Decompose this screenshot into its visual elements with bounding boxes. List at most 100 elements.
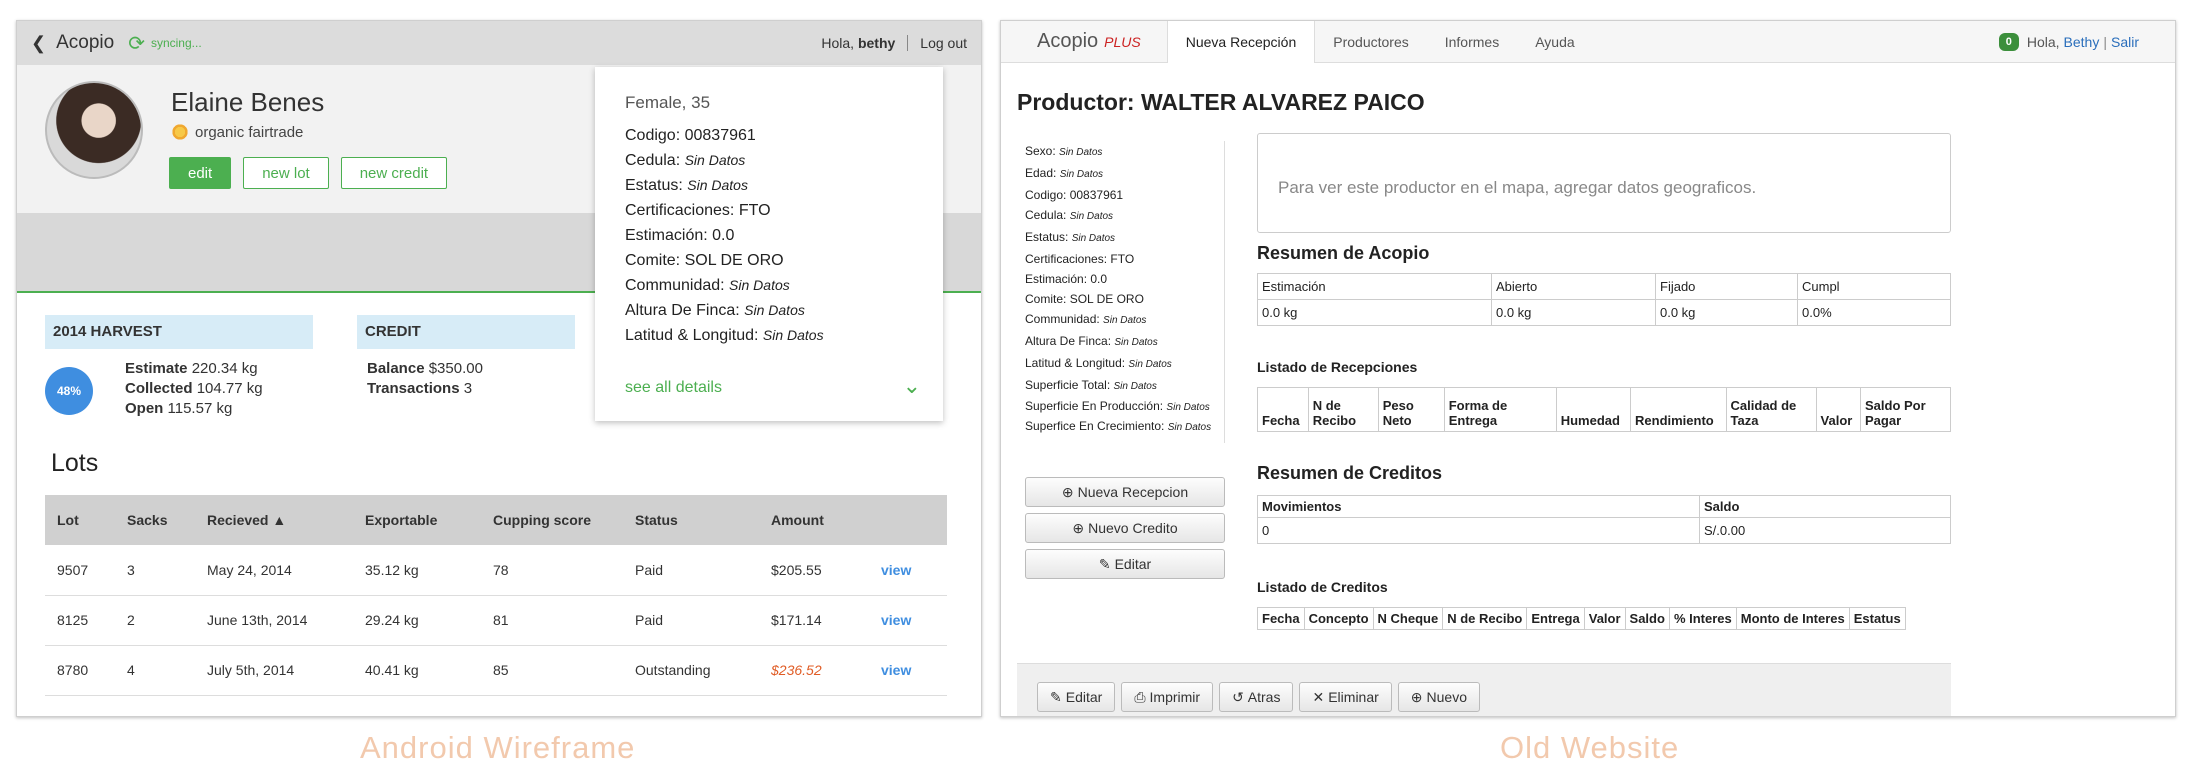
notification-badge[interactable]: 0 [1998,32,2019,51]
creditos-table: Fecha Concepto N Cheque N de Recibo Entr… [1257,607,1906,630]
logout-link[interactable]: Log out [908,35,967,51]
new-credit-button[interactable]: new credit [340,157,448,189]
brand-logo[interactable]: Acopio [1037,30,1098,53]
caption-android: Android Wireframe [360,730,636,765]
resumen-acopio-title: Resumen de Acopio [1257,243,1430,263]
cupping-score: 81 [481,595,623,646]
plus-circle-icon: ⊕ [1410,688,1423,705]
editar-side-button[interactable]: ✎ Editar [1025,549,1225,579]
acopio-h-fijado: Fijado [1655,273,1798,300]
view-link[interactable]: view [869,545,947,596]
harvest-header: 2014 HARVEST [45,315,313,349]
rec-h-valor[interactable]: Valor [1815,387,1862,432]
view-link[interactable]: view [869,595,947,646]
attr-superficie-crecimiento: Superfice En Crecimiento: Sin Datos [1025,419,1212,433]
col-exportable[interactable]: Exportable [353,495,481,545]
gender-age: Female, 35 [625,93,711,112]
attr-comite: Comite: SOL DE ORO [1025,292,1144,306]
sync-icon: ⟳ [128,32,145,55]
rec-h-humedad[interactable]: Humedad [1555,387,1632,432]
detail-altura: Altura De Finca: Sin Datos [625,302,805,319]
detail-communidad: Communidad: Sin Datos [625,277,790,294]
acopio-v-abierto: 0.0 kg [1491,299,1656,326]
rec-h-saldo[interactable]: Saldo Por Pagar [1860,387,1951,432]
nav-separator: | [2103,33,2107,50]
recepciones-table: Fecha N de Recibo Peso Neto Forma de Ent… [1257,387,1951,432]
app-topbar: ❮ Acopio ⟳ syncing... Hola, bethy Log ou… [17,21,981,65]
app-title: Acopio [56,32,115,53]
attr-superficie-produccion: Superficie En Producción: Sin Datos [1025,399,1210,413]
status: Paid [623,545,759,596]
old-website-panel: Acopio PLUS Nueva Recepción Productores … [1000,20,2176,717]
nueva-recepcion-button[interactable]: ⊕ Nueva Recepcion [1025,477,1225,507]
rec-h-recibo[interactable]: N de Recibo [1307,387,1379,432]
attr-edad: Edad: Sin Datos [1025,166,1104,180]
received: July 5th, 2014 [195,645,353,696]
col-received[interactable]: Recieved ▲ [195,495,353,545]
new-lot-button[interactable]: new lot [243,157,329,189]
cr-h-cheque[interactable]: N Cheque [1372,607,1444,630]
edit-icon: ✎ [1098,555,1111,572]
cr-h-valor[interactable]: Valor [1583,607,1626,630]
cr-h-concepto[interactable]: Concepto [1303,607,1374,630]
acopio-h-estimacion: Estimación [1257,273,1492,300]
printer-icon: ⎙ [1134,688,1146,705]
col-action [869,495,947,545]
chevron-down-icon[interactable]: ⌄ [903,373,921,399]
producer-attributes: Sexo: Sin Datos Edad: Sin Datos Codigo: … [1025,141,1225,443]
col-status[interactable]: Status [623,495,759,545]
cr-h-fecha[interactable]: Fecha [1257,607,1305,630]
cr-h-entrega[interactable]: Entrega [1526,607,1585,630]
edit-button[interactable]: edit [169,157,232,189]
cr-h-recibo[interactable]: N de Recibo [1442,607,1528,630]
view-link[interactable]: view [869,645,947,696]
detail-latlong: Latitud & Longitud: Sin Datos [625,327,824,344]
rec-h-forma[interactable]: Forma de Entrega [1443,387,1557,432]
rec-h-rendimiento[interactable]: Rendimiento [1630,387,1727,432]
atras-button[interactable]: ↺ Atras [1219,682,1294,712]
page-title: Productor: WALTER ALVAREZ PAICO [1017,89,1425,115]
recepciones-title: Listado de Recepciones [1257,359,1418,375]
resumen-acopio-table: Estimación Abierto Fijado Cumpl 0.0 kg 0… [1257,273,1951,326]
certifications: organic fairtrade [171,123,303,141]
acopio-v-estimacion: 0.0 kg [1257,299,1492,326]
map-placeholder: Para ver este productor en el mapa, agre… [1257,133,1951,233]
edit-icon: ✎ [1050,688,1062,705]
rec-h-fecha[interactable]: Fecha [1257,387,1309,432]
col-lot[interactable]: Lot [45,495,115,545]
chevron-left-icon[interactable]: ❮ [31,33,46,54]
editar-button[interactable]: ✎ Editar [1037,682,1116,712]
nav-productores[interactable]: Productores [1315,21,1426,63]
lot-number: 8780 [45,645,115,696]
cr-h-estatus[interactable]: Estatus [1848,607,1906,630]
logout-link[interactable]: Salir [2111,34,2139,50]
attr-codigo: Codigo: 00837961 [1025,188,1124,202]
rec-h-peso[interactable]: Peso Neto [1377,387,1445,432]
lot-number: 9507 [45,545,115,596]
imprimir-button[interactable]: ⎙ Imprimir [1121,682,1214,712]
creditos-title: Listado de Creditos [1257,579,1388,595]
user-link[interactable]: Bethy [2064,34,2100,50]
cr-h-monto[interactable]: Monto de Interes [1735,607,1850,630]
nuevo-button[interactable]: ⊕ Nuevo [1397,682,1480,712]
nuevo-credito-button[interactable]: ⊕ Nuevo Credito [1025,513,1225,543]
avatar [45,81,143,179]
col-amount[interactable]: Amount [759,495,869,545]
rec-h-calidad[interactable]: Calidad de Taza [1725,387,1817,432]
cr-h-saldo[interactable]: Saldo [1624,607,1670,630]
greeting-user: bethy [857,35,896,51]
acopio-h-abierto: Abierto [1491,273,1656,300]
greeting: Hola, bethy [821,35,909,51]
detail-estatus: Estatus: Sin Datos [625,177,748,194]
plus-circle-icon: ⊕ [1072,519,1085,536]
cr-h-interes[interactable]: % Interes [1668,607,1737,630]
eliminar-button[interactable]: ✕ Eliminar [1299,682,1392,712]
nav-ayuda[interactable]: Ayuda [1517,21,1592,63]
nav-nueva-recepcion[interactable]: Nueva Recepción [1166,21,1316,63]
see-all-details-link[interactable]: see all details [625,379,722,397]
nav-informes[interactable]: Informes [1427,21,1517,63]
col-sacks[interactable]: Sacks [115,495,195,545]
harvest-progress-badge: 48% [45,367,93,415]
col-cupping-score[interactable]: Cupping score [481,495,623,545]
action-bar: ✎ Editar ⎙ Imprimir ↺ Atras ✕ Eliminar ⊕ Nuev… [1017,663,1951,716]
